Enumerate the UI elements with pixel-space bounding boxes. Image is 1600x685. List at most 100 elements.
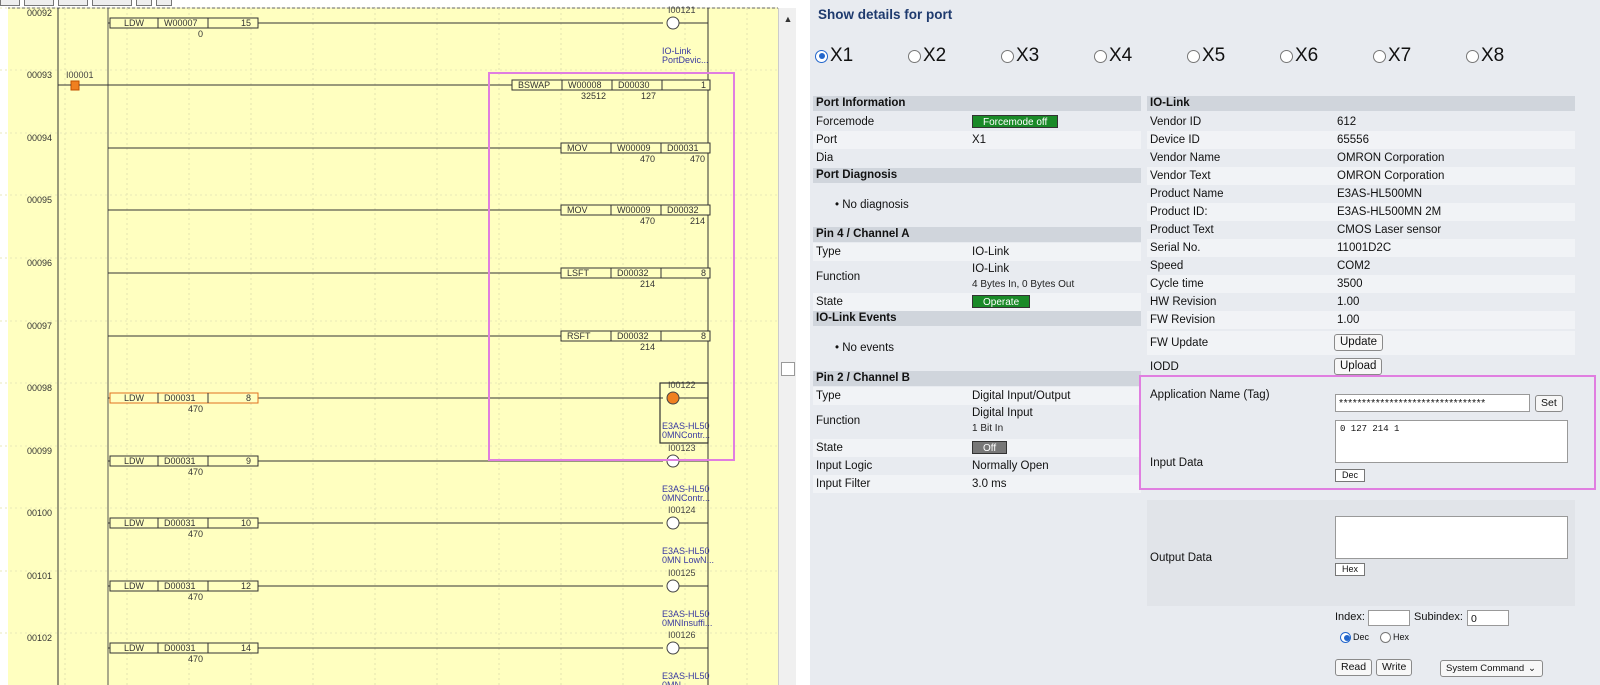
rung-number: 00094 [27,133,52,143]
scroll-thumb[interactable] [781,362,795,376]
coil-comment: 0MN... [662,680,689,685]
radio-selected-icon[interactable] [1340,631,1351,643]
iolink-row-value: 1.00 [1337,314,1360,326]
iolink-events-header: IO-Link Events [813,311,1141,326]
function-operand: W00009 [617,205,651,215]
page-title: Show details for port [818,7,953,22]
rung-number: 00100 [27,508,52,518]
off-badge: Off [972,441,1008,455]
coil-address: I00122 [668,380,696,390]
write-button[interactable]: Write [1376,659,1413,676]
port-radio-x3[interactable]: X3 [1001,45,1039,67]
coil-comment: 0MNContr... [662,430,710,440]
port-radio-x2[interactable]: X2 [908,45,946,67]
coil-symbol [666,16,680,30]
radio-icon[interactable] [1373,49,1386,63]
radio-icon[interactable] [1187,49,1200,63]
dia-label: Dia [816,152,834,164]
rung-number: 00096 [27,258,52,268]
iolink-row-value: 1.00 [1337,296,1360,308]
iolink-events-text: • No events [835,342,895,354]
scroll-up-icon[interactable]: ▲ [781,12,795,26]
instruction-op: LDW [124,393,145,403]
ladder-editor[interactable]: 00092 LDW W00007 15 0 I00121 IO-Link PortDevic.… [0,0,798,685]
instruction-operand: D00031 [164,393,196,403]
radio-selected-icon[interactable] [815,49,828,63]
instruction-value: 470 [188,529,203,539]
function-value: 214 [640,342,655,352]
port-value: X1 [972,134,987,146]
app-name-label: Application Name (Tag) [1150,389,1270,401]
port-details-panel: Show details for port X1 X2 X3 X4 X5 X6 … [810,0,1600,685]
function-value: 470 [690,154,705,164]
function-op: BSWAP [518,80,550,90]
coil-symbol [666,391,680,405]
instruction-operand: 15 [241,18,251,28]
instruction-op: LDW [124,456,145,466]
function-value: 127 [641,91,656,101]
function-value: 32512 [581,91,606,101]
dec-button[interactable]: Dec [1335,469,1366,482]
system-command-select[interactable]: System Command ⌄ [1440,660,1543,677]
iolink-header: IO-Link [1147,96,1575,111]
instruction-operand: D00031 [164,643,196,653]
radio-icon[interactable] [1280,49,1293,63]
function-operand: D00031 [667,143,699,153]
hex-button[interactable]: Hex [1335,563,1366,576]
app-name-input[interactable]: ******************************** [1335,394,1530,412]
input-filter-value: 3.0 ms [972,478,1007,490]
port-radio-x8[interactable]: X8 [1466,45,1504,67]
function-operand: D00032 [617,331,649,341]
port-radio-x4[interactable]: X4 [1094,45,1132,67]
subindex-input[interactable]: 0 [1467,610,1509,626]
function-operand: 8 [701,331,706,341]
port-information-header: Port Information [813,96,1141,111]
rung-number: 00092 [27,8,52,18]
input-data-textarea[interactable]: 0 127 214 1 [1335,420,1568,463]
ladder-diagram[interactable]: 00092LDW W00007 150I00121IO-LinkPortDevic.… [0,0,778,685]
radio-icon[interactable] [1380,631,1391,643]
update-button[interactable]: Update [1334,334,1384,351]
iolink-row-value: E3AS-HL500MN 2M [1337,206,1442,218]
index-input[interactable] [1368,610,1410,626]
iolink-row-value: CMOS Laser sensor [1337,224,1442,236]
instruction-operand: D00031 [164,581,196,591]
port-radio-x7[interactable]: X7 [1373,45,1411,67]
port-radio-x5[interactable]: X5 [1187,45,1225,67]
radio-dec[interactable]: Dec [1340,628,1369,646]
output-data-label: Output Data [1150,552,1213,564]
ladder-scrollbar[interactable]: ▲ [778,8,796,685]
output-data-textarea[interactable] [1335,516,1568,559]
radio-icon[interactable] [908,49,921,63]
instruction-operand: 8 [246,393,251,403]
pin2-type-value: Digital Input/Output [972,390,1071,402]
radio-hex[interactable]: Hex [1380,628,1409,646]
upload-button[interactable]: Upload [1334,358,1383,375]
port-radio-x6[interactable]: X6 [1280,45,1318,67]
iolink-row-label: Vendor ID [1150,116,1202,128]
forcemode-badge: Forcemode off [972,115,1059,129]
radio-icon[interactable] [1466,49,1479,63]
panel-divider [798,0,810,685]
function-value: 214 [690,216,705,226]
coil-symbol [666,641,680,655]
instruction-op: LDW [124,581,145,591]
pin4-type-value: IO-Link [972,246,1010,258]
instruction-value: 470 [188,404,203,414]
radio-icon[interactable] [1001,49,1014,63]
iolink-row-value: 65556 [1337,134,1369,146]
pin4-header: Pin 4 / Channel A [813,227,1141,242]
coil-symbol [666,516,680,530]
rung-number: 00101 [27,571,52,581]
pin2-function-value: Digital Input 1 Bit In [972,407,1033,434]
coil-comment: PortDevic... [662,55,709,65]
set-button[interactable]: Set [1535,395,1563,412]
instruction-operand: 10 [241,518,251,528]
read-button[interactable]: Read [1335,659,1373,676]
coil-address: I00121 [668,5,696,15]
rung-number: 00095 [27,195,52,205]
pin2-state-value: Off [972,439,1008,457]
port-radio-x1[interactable]: X1 [815,45,853,67]
radio-icon[interactable] [1094,49,1107,63]
operate-badge: Operate [972,295,1031,309]
